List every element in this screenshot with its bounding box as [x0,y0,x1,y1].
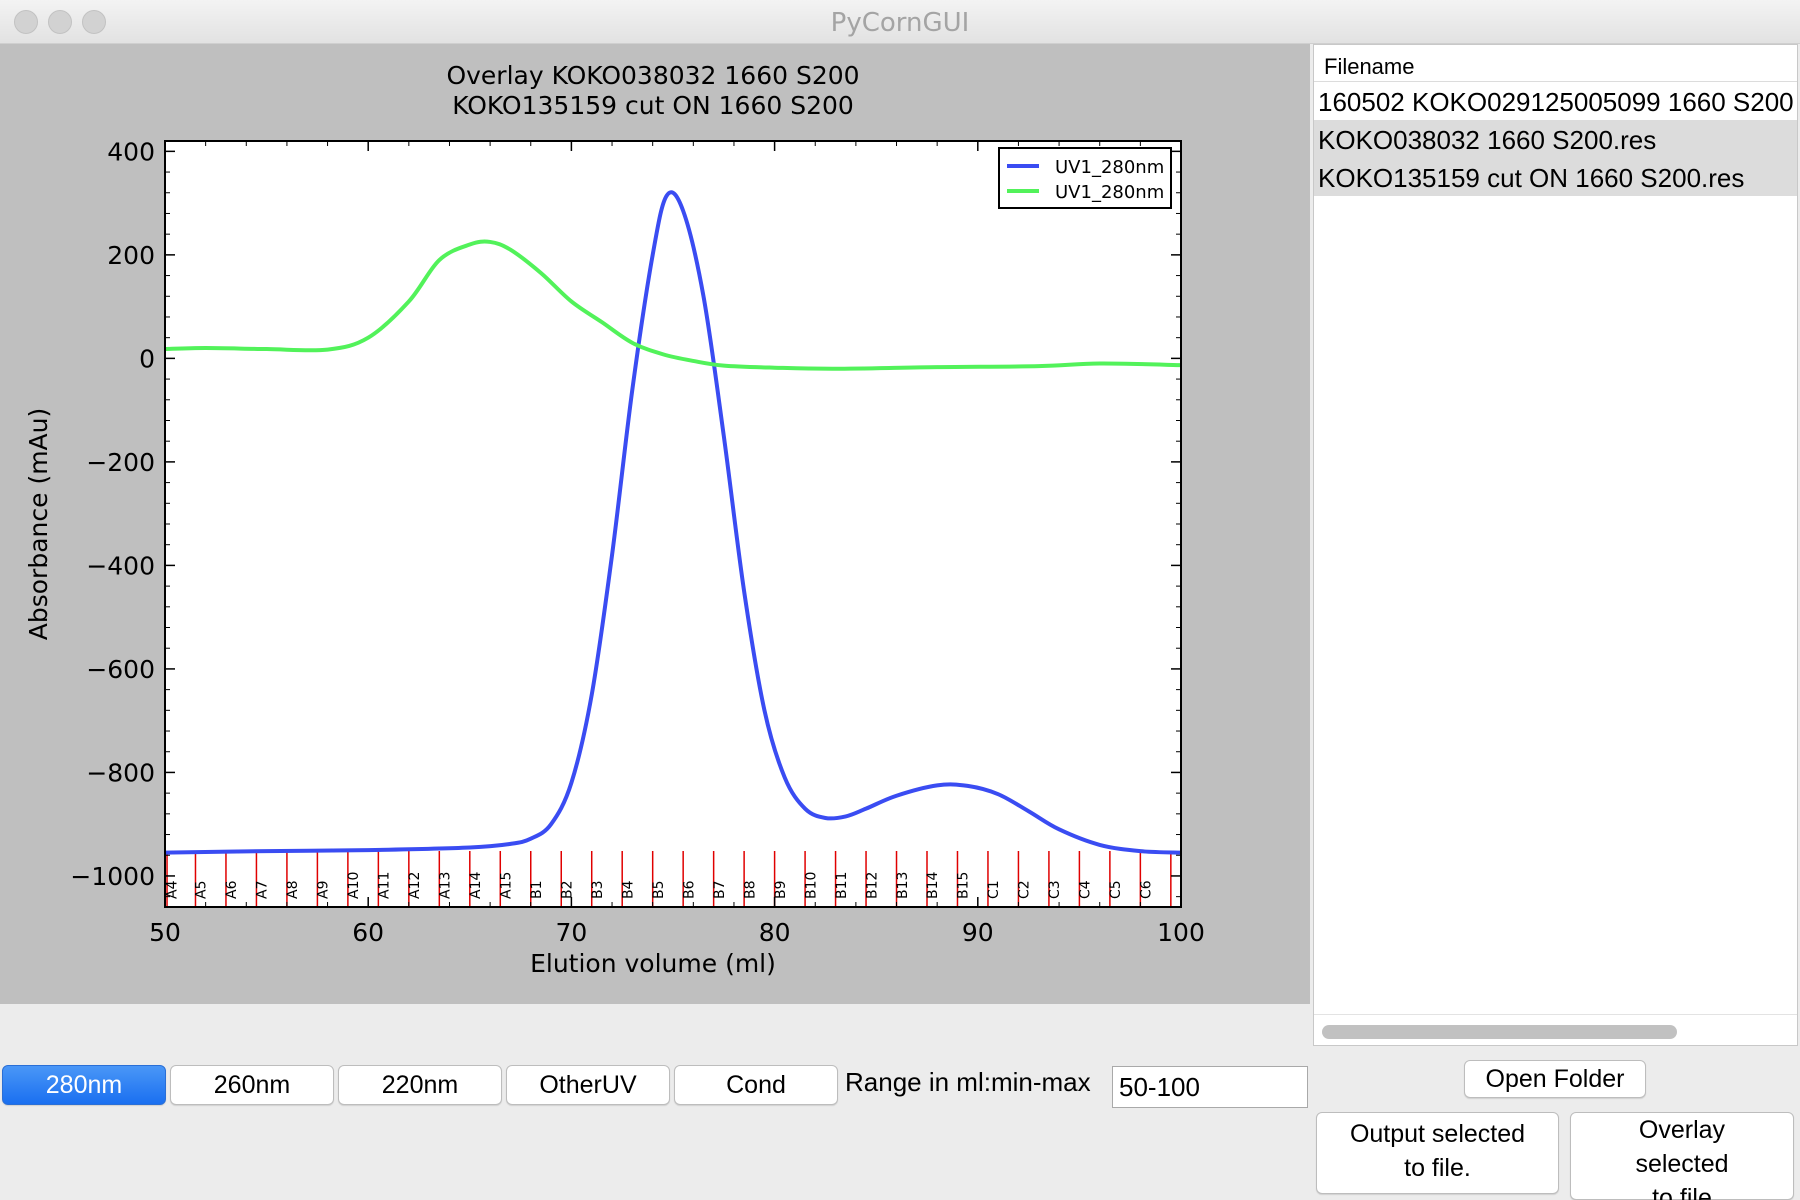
file-list-panel[interactable]: Filename 160502 KOKO029125005099 1660 S2… [1313,44,1798,1046]
fraction-label: B4 [620,880,636,899]
overlay-selected-button-line: Overlay [1638,1116,1726,1144]
fraction-label: B9 [773,880,789,899]
legend-label: UV1_280nm [1055,182,1164,203]
output-selected-button-line: Output selected [1349,1120,1526,1148]
fraction-label: A9 [316,881,332,899]
fraction-label: A5 [194,881,210,899]
fraction-label: A6 [224,880,240,899]
output-selected-button[interactable]: Output selected to file. [1316,1112,1559,1194]
legend-label: UV1_280nm [1055,157,1164,178]
fraction-label: A12 [407,872,423,899]
chart-title: Overlay KOKO038032 1660 S200 [446,61,859,90]
overlay-selected-button-line: selected [1635,1150,1729,1178]
fraction-label: B15 [956,872,972,899]
y-tick-label: −600 [86,655,155,684]
open-folder-button[interactable]: Open Folder [1464,1060,1646,1098]
fraction-label: C2 [1017,880,1033,899]
fraction-label: A7 [255,881,271,899]
uv-280nm-button[interactable]: 280nm [2,1065,166,1105]
y-axis-label: Absorbance (mAu) [24,408,53,640]
fraction-label: B2 [559,880,575,899]
plot-background [165,141,1181,907]
x-tick-label: 90 [962,918,994,947]
fraction-label: B3 [590,880,606,899]
conductivity-button[interactable]: Cond [674,1065,838,1105]
app-window: PyCornGUI Overlay KOKO038032 1660 S200 KO… [0,0,1800,1200]
fraction-label: C3 [1047,880,1063,899]
y-tick-label: −200 [86,448,155,477]
range-label: Range in ml:min-max [845,1067,1091,1097]
fraction-label: C5 [1108,880,1124,899]
range-input[interactable] [1112,1066,1308,1108]
fraction-label: A15 [499,872,515,899]
uv-220nm-button[interactable]: 220nm [338,1065,502,1105]
x-tick-label: 70 [555,918,587,947]
x-tick-label: 80 [759,918,791,947]
overlay-selected-button[interactable]: Overlay selected to file [1570,1112,1794,1200]
fraction-label: C6 [1139,880,1155,899]
fraction-label: A8 [285,881,301,899]
y-tick-label: −400 [86,551,155,580]
chart-title: KOKO135159 cut ON 1660 S200 [452,91,854,120]
fraction-label: B12 [864,872,880,899]
title-bar: PyCornGUI [0,0,1800,44]
fraction-label: B7 [712,880,728,899]
other-uv-button[interactable]: OtherUV [506,1065,670,1105]
fraction-label: B8 [742,880,758,899]
x-axis-label: Elution volume (ml) [530,949,776,978]
window-title: PyCornGUI [830,8,970,38]
fraction-label: B11 [834,872,850,899]
fraction-label: B14 [925,871,941,899]
plot-area: Overlay KOKO038032 1660 S200 KOKO135159 c… [0,44,1310,1004]
x-tick-label: 60 [352,918,384,947]
x-tick-label: 50 [149,918,181,947]
chromatogram-chart: Overlay KOKO038032 1660 S200KOKO135159 c… [24,61,1205,978]
filename-column-header[interactable]: Filename [1314,45,1797,82]
fraction-label: B5 [651,880,667,899]
scrollbar-thumb[interactable] [1322,1025,1677,1039]
fraction-label: B6 [681,880,697,899]
y-tick-label: 0 [139,344,155,373]
file-list-item[interactable]: KOKO038032 1660 S200.res [1314,120,1797,158]
fraction-label: A11 [377,872,393,899]
fraction-label: B1 [529,880,545,899]
y-tick-label: −800 [86,758,155,787]
overlay-selected-button-line: to file [1652,1184,1712,1200]
y-tick-label: −1000 [70,862,155,891]
fraction-label: B13 [895,872,911,899]
output-selected-button-line: to file. [1404,1154,1471,1182]
fraction-label: A14 [468,872,484,899]
uv-260nm-button[interactable]: 260nm [170,1065,334,1105]
fraction-label: C1 [986,880,1002,899]
fraction-label: A13 [438,872,454,899]
x-tick-label: 100 [1157,918,1205,947]
file-list-item[interactable]: 160502 KOKO029125005099 1660 S200 [1314,82,1797,120]
fraction-label: C4 [1078,880,1094,899]
horizontal-scrollbar[interactable] [1314,1014,1797,1045]
y-tick-label: 200 [107,241,155,270]
fraction-label: B10 [803,872,819,899]
file-list-item[interactable]: KOKO135159 cut ON 1660 S200.res [1314,158,1797,196]
fraction-label: A10 [346,872,362,899]
y-tick-label: 400 [107,137,155,166]
